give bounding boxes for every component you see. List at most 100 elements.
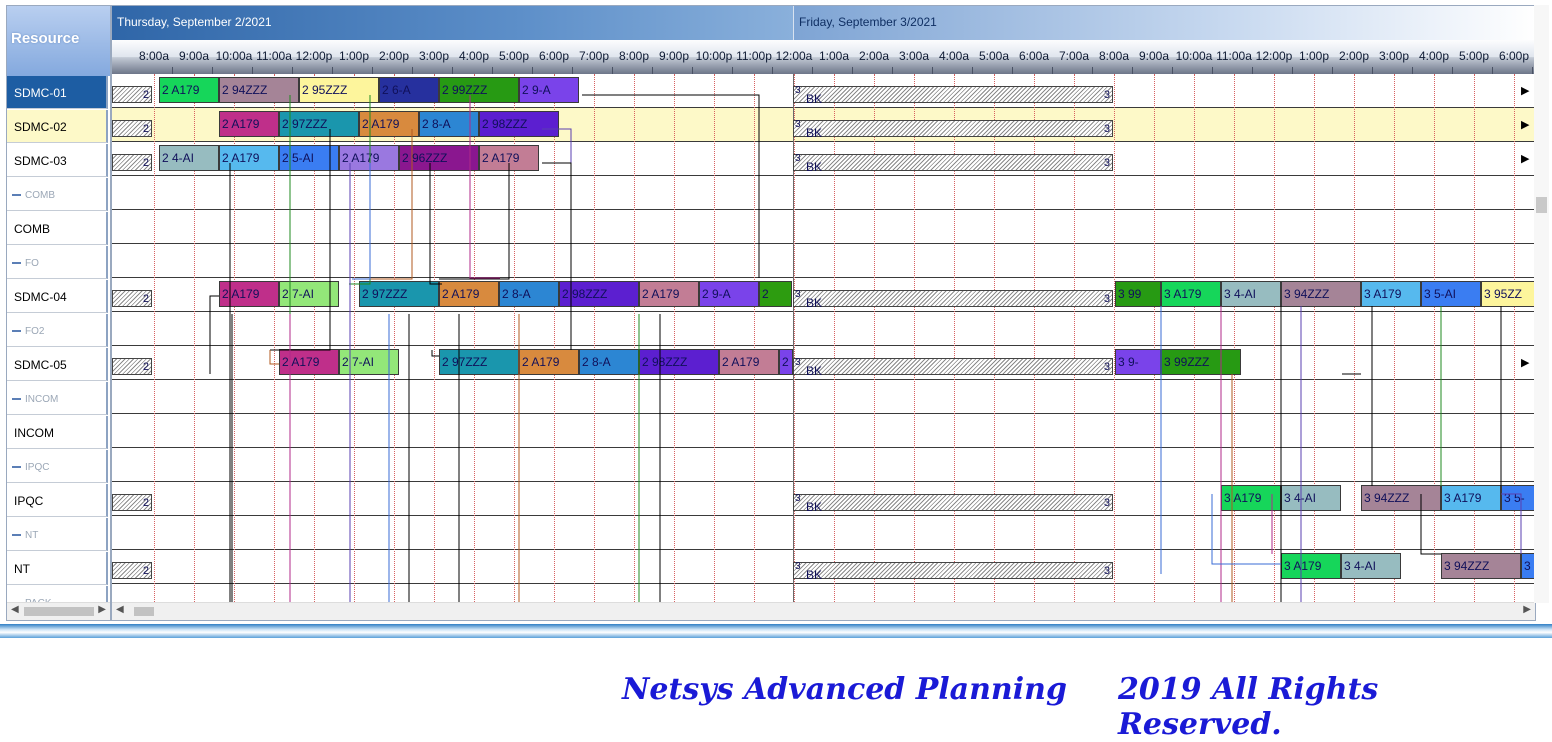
hour-label: 2:00a [858,49,890,63]
scroll-left-icon[interactable]: ◀ [116,604,124,615]
hour-label: 7:00a [1058,49,1090,63]
hour-tick [1492,67,1493,74]
hour-label: 1:00p [1298,49,1330,63]
resource-row[interactable]: SDMC-04 [7,280,108,313]
hour-tick [292,67,293,74]
collapse-icon[interactable] [12,466,21,468]
dependency-link [349,95,371,285]
hour-tick [892,67,893,74]
hour-tick [1052,67,1053,74]
hour-label: 4:00a [938,49,970,63]
day-header-thursday: Thursday, September 2/2021 [112,6,793,40]
date-header: Thursday, September 2/2021 Friday, Septe… [112,6,1535,40]
collapse-icon[interactable] [12,194,21,196]
gantt-vertical-scrollbar[interactable] [1534,5,1549,603]
resource-row[interactable]: SDMC-03 [7,144,108,177]
hour-tick [1412,67,1413,74]
scroll-thumb[interactable] [24,607,94,616]
hour-tick [572,67,573,74]
gantt-grid: 2 3 BK 3 2 3 BK 3 2 3 BK 3 2 3 BK 3 2 3 BK 3 2 3 BK 3 2 3 BK 3 2 A17… [112,74,1535,618]
dependency-link [542,162,572,350]
resource-label: IPQC [25,462,50,473]
resource-group-row[interactable]: COMB [7,178,108,211]
resource-horizontal-scrollbar[interactable]: ◀ ▶ [7,602,110,620]
hour-tick [492,67,493,74]
hour-label: 12:00p [1255,49,1293,63]
hour-label: 6:00p [538,49,570,63]
hour-label: 1:00p [338,49,370,63]
hour-label: 3:00p [418,49,450,63]
resource-label: SDMC-05 [14,358,67,372]
collapse-icon[interactable] [12,398,21,400]
hour-label: 8:00p [618,49,650,63]
scroll-thumb[interactable] [134,607,154,616]
resource-row[interactable]: SDMC-05 [7,348,108,381]
hour-tick [372,67,373,74]
resource-row[interactable]: SDMC-02 [7,110,108,143]
resource-row[interactable]: IPQC [7,484,108,517]
hour-tick [1372,67,1373,74]
hour-tick [1172,67,1173,74]
resource-label: COMB [14,222,50,236]
scroll-left-icon[interactable]: ◀ [11,604,19,615]
footer-divider [0,624,1552,638]
hour-label: 9:00p [658,49,690,63]
hour-label: 4:00p [458,49,490,63]
dependency-link [469,95,500,279]
hour-label: 3:00a [898,49,930,63]
scroll-right-icon[interactable]: ▶ [1523,604,1531,615]
resource-row[interactable]: COMB [7,212,108,245]
hour-label: 5:00a [978,49,1010,63]
resource-label: SDMC-02 [14,120,67,134]
hour-tick [732,67,733,74]
hour-label: 9:00a [1138,49,1170,63]
resource-group-row[interactable]: NT [7,518,108,551]
hour-tick [252,67,253,74]
resource-group-row[interactable]: FO [7,246,108,279]
dependency-link [582,94,760,278]
dependency-link [429,163,442,285]
hour-tick [932,67,933,74]
resource-label: INCOM [25,394,59,405]
resource-group-row[interactable]: IPQC [7,450,108,483]
footer: Netsys Advanced Planning 2019 All Rights… [0,672,1552,742]
hour-label: 3:00p [1378,49,1410,63]
hour-label: 6:00a [1018,49,1050,63]
hour-tick [332,67,333,74]
hour-tick [1452,67,1453,74]
hour-label: 2:00p [1338,49,1370,63]
resource-group-row[interactable]: FO2 [7,314,108,347]
hour-label: 10:00p [695,49,733,63]
gantt-horizontal-scrollbar[interactable]: ◀ ▶ [112,602,1535,620]
dependency-link [269,350,279,365]
resource-label: IPQC [14,494,44,508]
resource-row[interactable]: SDMC-01 [7,76,108,109]
hour-label: 10:00a [1175,49,1213,63]
hour-label: 11:00a [1216,49,1252,63]
hour-tick [852,67,853,74]
resource-row[interactable]: INCOM [7,416,108,449]
scroll-thumb[interactable] [1536,197,1547,213]
hour-tick [452,67,453,74]
resource-group-row[interactable]: INCOM [7,382,108,415]
day-header-label: Thursday, September 2/2021 [117,15,272,29]
resource-header-label: Resource [11,30,80,47]
scroll-right-icon[interactable]: ▶ [98,604,106,615]
resource-label: INCOM [14,426,54,440]
collapse-icon[interactable] [12,262,21,264]
resource-label: FO [25,258,39,269]
hour-label: 5:00p [1458,49,1490,63]
resource-label: COMB [25,190,55,201]
dependency-link [1501,493,1522,554]
hour-label: 8:00a [138,49,170,63]
hour-tick [532,67,533,74]
resource-row[interactable]: NT [7,552,108,585]
resource-panel: Resource SDMC-01 SDMC-02 SDMC-03 COMB COMB FO… [6,5,111,621]
hour-tick [812,67,813,74]
dependency-link [439,163,510,280]
resource-label: SDMC-04 [14,290,67,304]
hour-label: 11:00a [256,49,292,63]
collapse-icon[interactable] [12,330,21,332]
hour-tick [1092,67,1093,74]
collapse-icon[interactable] [12,534,21,536]
